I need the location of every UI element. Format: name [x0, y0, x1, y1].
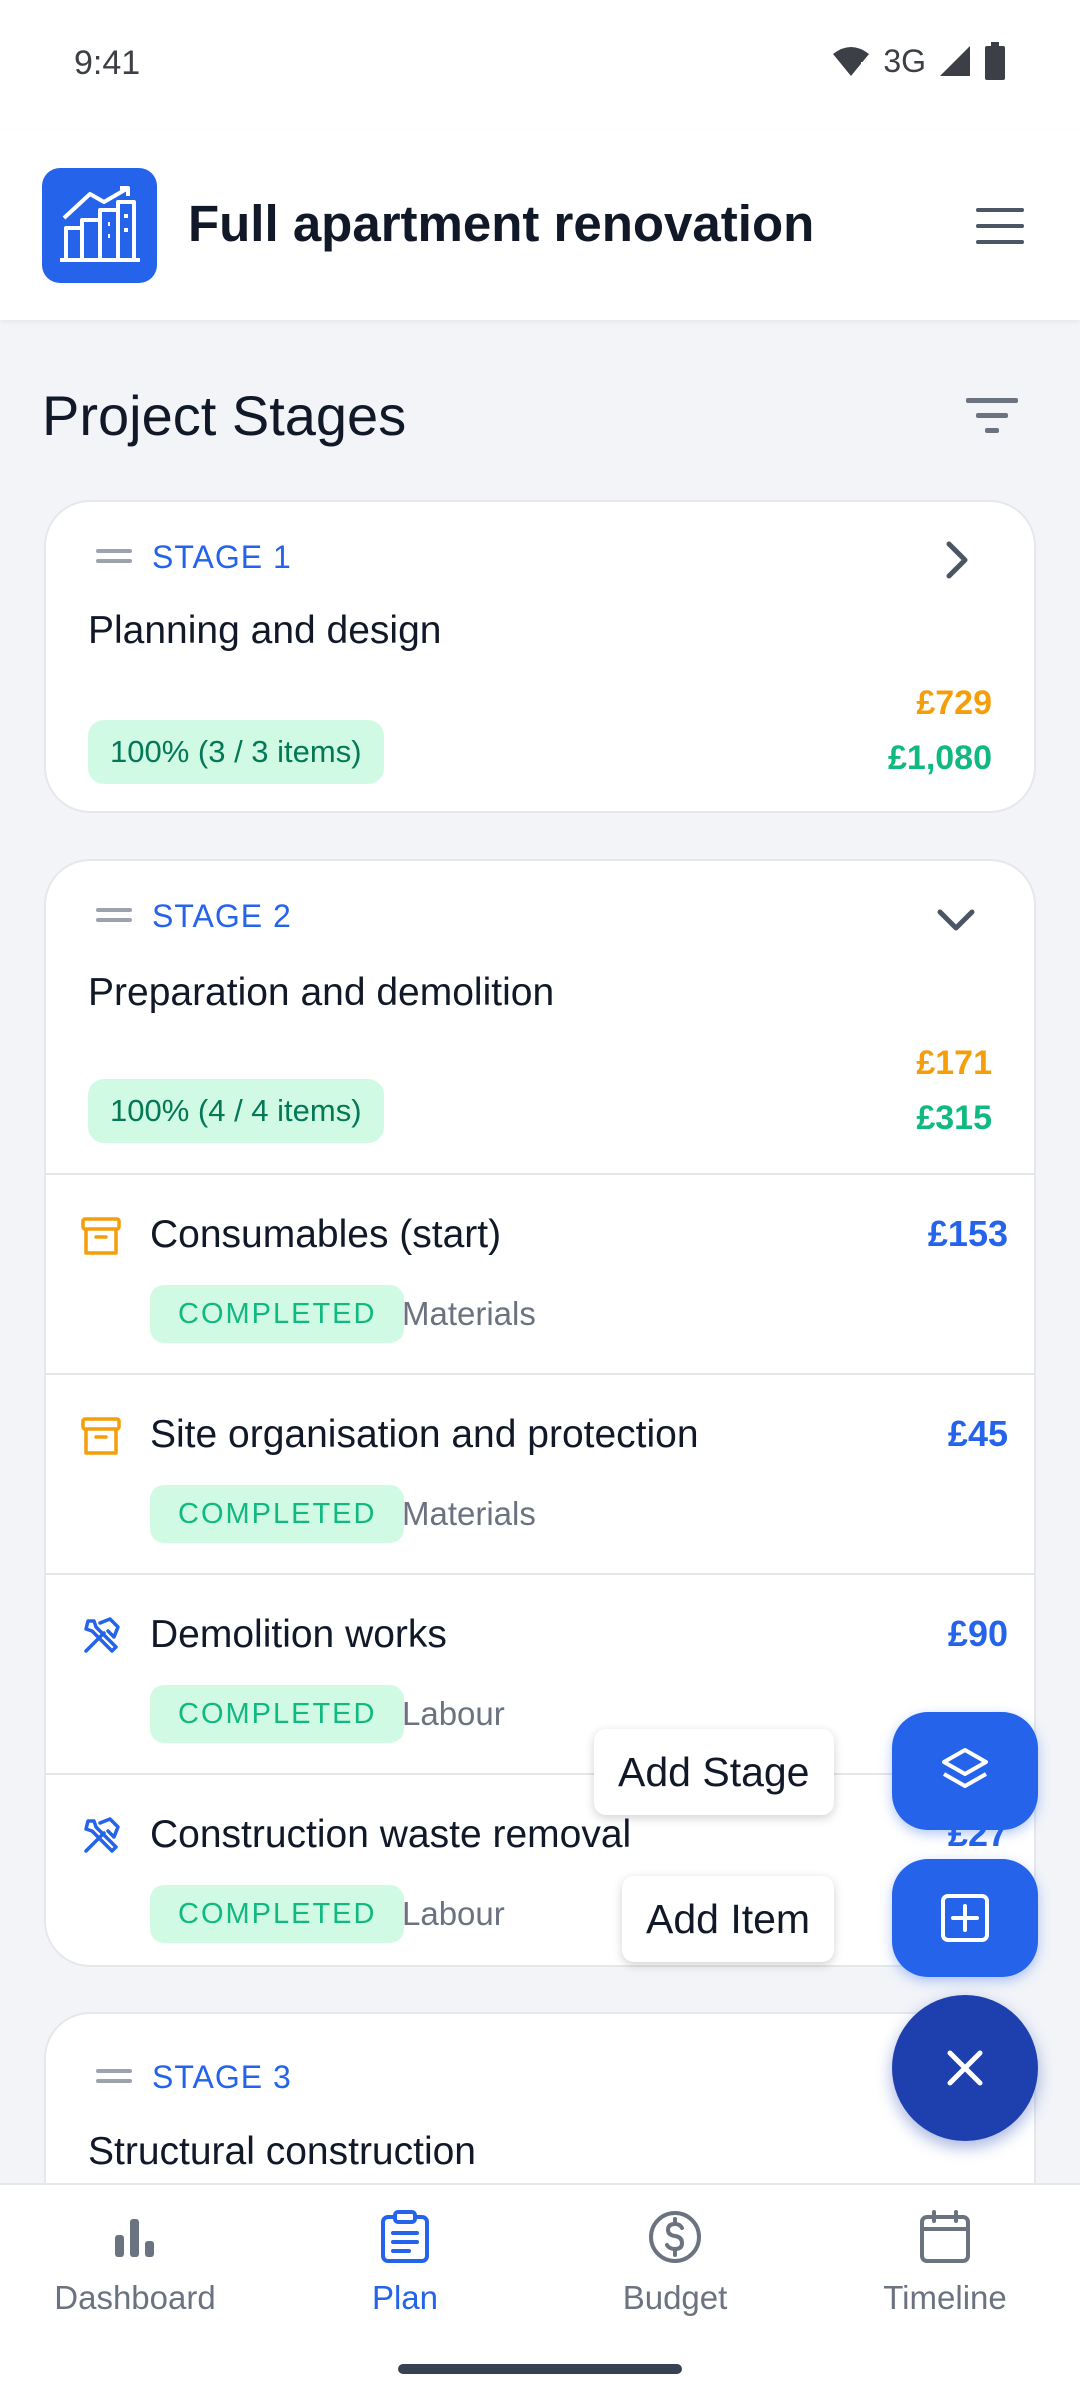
- bar-chart-icon: [105, 2207, 165, 2267]
- app-bar: Full apartment renovation: [0, 130, 1080, 320]
- stage-progress-badge: 100% (4 / 4 items): [88, 1079, 384, 1143]
- plus-square-icon: [941, 1894, 989, 1942]
- stage-spent-amount: £729: [916, 684, 992, 722]
- stage-item[interactable]: Demolition works £90 COMPLETED Labour: [46, 1573, 1034, 1773]
- nav-label: Timeline: [883, 2279, 1007, 2316]
- item-amount: £153: [927, 1213, 1008, 1254]
- status-bar: 9:41 3G: [0, 0, 1080, 130]
- add-stage-button[interactable]: [892, 1712, 1038, 1830]
- item-type: Materials: [402, 1495, 536, 1532]
- nav-timeline[interactable]: Timeline: [810, 2207, 1080, 2337]
- stage-budget-amount: £315: [916, 1099, 992, 1137]
- stage-label: STAGE 1: [152, 539, 292, 575]
- item-name: Construction waste removal: [150, 1813, 632, 1856]
- status-badge: COMPLETED: [150, 1885, 405, 1943]
- nav-label: Dashboard: [54, 2279, 216, 2316]
- status-badge: COMPLETED: [150, 1685, 405, 1743]
- stage-label: STAGE 2: [152, 898, 292, 934]
- stage-card-2[interactable]: STAGE 2 Preparation and demolition £171 …: [44, 859, 1036, 1967]
- drag-handle-icon[interactable]: [96, 908, 132, 922]
- stage-name: Structural construction: [88, 2130, 477, 2173]
- section-title: Project Stages: [42, 384, 407, 447]
- item-type: Materials: [402, 1295, 536, 1332]
- status-badge: COMPLETED: [150, 1285, 405, 1343]
- drag-handle-icon[interactable]: [96, 549, 132, 563]
- hammer-wrench-icon: [84, 1617, 120, 1653]
- stage-item[interactable]: Construction waste removal £27 COMPLETED…: [46, 1773, 1034, 1965]
- stage-name: Preparation and demolition: [88, 971, 555, 1014]
- add-item-button[interactable]: [892, 1859, 1038, 1977]
- battery-icon: [985, 42, 1005, 80]
- chevron-right-icon[interactable]: [936, 540, 976, 580]
- home-indicator[interactable]: [398, 2364, 682, 2374]
- hamburger-menu-icon[interactable]: [972, 202, 1028, 250]
- stage-budget-amount: £1,080: [888, 739, 992, 777]
- hammer-wrench-icon: [84, 1817, 120, 1853]
- item-name: Site organisation and protection: [150, 1413, 699, 1456]
- item-name: Demolition works: [150, 1613, 447, 1656]
- close-icon: [947, 2050, 983, 2086]
- item-name: Consumables (start): [150, 1213, 502, 1256]
- filter-icon[interactable]: [966, 396, 1018, 436]
- building-growth-icon: [42, 168, 157, 283]
- stage-card-1[interactable]: STAGE 1 Planning and design £729 100% (3…: [44, 500, 1036, 813]
- nav-dashboard[interactable]: Dashboard: [0, 2207, 270, 2337]
- stage-item[interactable]: Site organisation and protection £45 COM…: [46, 1373, 1034, 1573]
- status-time: 9:41: [74, 44, 141, 82]
- nav-label: Budget: [622, 2279, 728, 2316]
- calendar-icon: [915, 2207, 975, 2267]
- status-badge: COMPLETED: [150, 1485, 405, 1543]
- nav-budget[interactable]: Budget: [540, 2207, 810, 2337]
- chevron-down-icon[interactable]: [936, 899, 976, 939]
- add-stage-label[interactable]: Add Stage: [594, 1729, 834, 1815]
- stage-progress-badge: 100% (3 / 3 items): [88, 720, 384, 784]
- clipboard-list-icon: [375, 2207, 435, 2267]
- wifi-icon: [833, 47, 870, 77]
- network-type: 3G: [883, 42, 926, 79]
- item-type: Labour: [402, 1695, 505, 1732]
- stage-name: Planning and design: [88, 609, 442, 652]
- nav-label: Plan: [371, 2279, 439, 2316]
- nav-plan[interactable]: Plan: [270, 2207, 540, 2337]
- item-amount: £90: [947, 1613, 1008, 1654]
- add-item-label[interactable]: Add Item: [622, 1876, 835, 1962]
- item-amount: £45: [947, 1413, 1008, 1454]
- signal-icon: [940, 46, 970, 76]
- drag-handle-icon[interactable]: [96, 2069, 132, 2083]
- app-screen: 9:41 3G Full apartment renovation Projec…: [0, 0, 1080, 2400]
- dollar-circle-icon: [645, 2207, 705, 2267]
- project-title: Full apartment renovation: [188, 195, 815, 252]
- stage-spent-amount: £171: [916, 1044, 992, 1082]
- stage-item[interactable]: Consumables (start) £153 COMPLETED Mater…: [46, 1173, 1034, 1373]
- archive-box-icon: [81, 1217, 121, 1255]
- stage-label: STAGE 3: [152, 2059, 292, 2095]
- archive-box-icon: [81, 1417, 121, 1455]
- item-type: Labour: [402, 1895, 505, 1932]
- close-fab-button[interactable]: [892, 1995, 1038, 2141]
- status-icons: 3G: [831, 42, 1006, 80]
- layers-icon: [942, 1748, 988, 1788]
